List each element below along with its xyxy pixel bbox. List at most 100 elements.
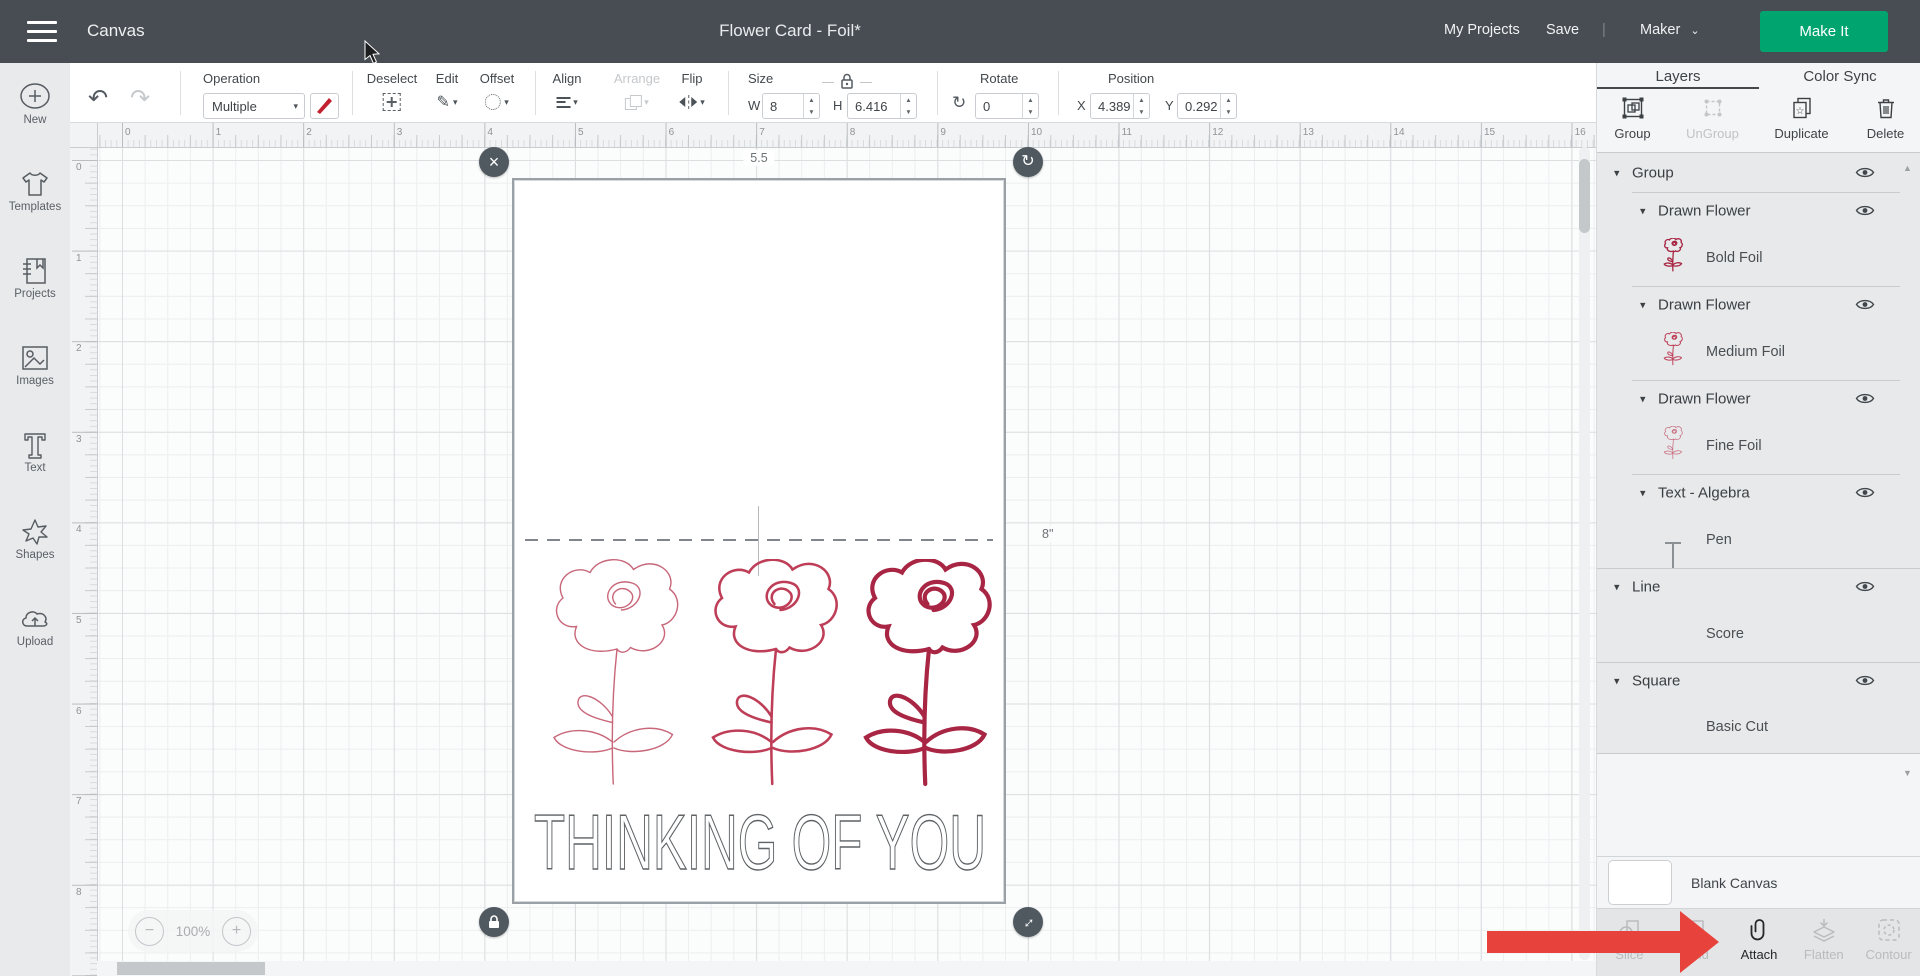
position-x-input[interactable]: 4.389 ▲▼ xyxy=(1090,93,1150,119)
layer-drawn-flower-3-header[interactable]: ▾ Drawn Flower xyxy=(1597,380,1920,418)
blank-canvas-thumbnail[interactable] xyxy=(1608,860,1672,905)
canvas-menu-label[interactable]: Canvas xyxy=(87,21,145,41)
stepper-up-icon[interactable]: ▲ xyxy=(1134,94,1149,106)
operation-dropdown[interactable]: Multiple ▾ xyxy=(203,93,305,119)
scroll-up-icon[interactable]: ▲ xyxy=(1903,163,1912,173)
position-x-stepper[interactable]: ▲▼ xyxy=(1133,94,1149,118)
upload-cloud-icon xyxy=(18,604,52,634)
layer-bold-foil[interactable]: Bold Foil xyxy=(1597,230,1920,286)
stepper-up-icon[interactable]: ▲ xyxy=(804,94,819,106)
design-canvas[interactable]: 012345678910111213141516 0123456789 THIN… xyxy=(70,122,1596,976)
width-stepper[interactable]: ▲▼ xyxy=(803,94,819,118)
attach-button[interactable]: Attach xyxy=(1727,909,1792,976)
layer-drawn-flower-2-header[interactable]: ▾ Drawn Flower xyxy=(1597,286,1920,324)
chevron-down-icon[interactable]: ▾ xyxy=(1640,299,1646,312)
eye-visibility-icon[interactable] xyxy=(1855,298,1875,312)
eye-visibility-icon[interactable] xyxy=(1855,486,1875,500)
fold-score-line[interactable] xyxy=(525,539,993,541)
foil-color-swatch[interactable] xyxy=(310,93,339,119)
card-artboard[interactable]: THINKING OF YOU xyxy=(514,180,1004,902)
tab-layers[interactable]: Layers xyxy=(1597,63,1759,89)
stepper-down-icon[interactable]: ▼ xyxy=(1221,106,1236,118)
stepper-up-icon[interactable]: ▲ xyxy=(1023,94,1038,106)
chevron-down-icon[interactable]: ▾ xyxy=(1640,487,1646,500)
drawn-flower-bold-foil[interactable] xyxy=(851,559,1001,799)
canvas-horizontal-scrollbar[interactable] xyxy=(97,961,1596,976)
delete-button[interactable]: Delete xyxy=(1845,94,1920,141)
stepper-up-icon[interactable]: ▲ xyxy=(1221,94,1236,106)
chevron-down-icon[interactable]: ▾ xyxy=(1614,581,1620,594)
stepper-up-icon[interactable]: ▲ xyxy=(901,94,916,106)
chevron-down-icon[interactable]: ▾ xyxy=(1614,166,1620,179)
chevron-down-icon[interactable]: ▾ xyxy=(1614,675,1620,688)
sidebar-item-shapes[interactable]: Shapes xyxy=(0,513,70,593)
height-stepper[interactable]: ▲▼ xyxy=(900,94,916,118)
eye-visibility-icon[interactable] xyxy=(1855,580,1875,594)
my-projects-link[interactable]: My Projects xyxy=(1444,22,1520,38)
vertical-scrollbar-thumb[interactable] xyxy=(1579,159,1590,233)
blank-canvas-row[interactable]: Blank Canvas xyxy=(1597,857,1920,908)
group-button[interactable]: Group xyxy=(1592,94,1673,141)
layer-group-header[interactable]: ▾ Group xyxy=(1597,153,1920,192)
canvas-vertical-scrollbar[interactable] xyxy=(1579,147,1590,960)
sidebar-item-text[interactable]: Text xyxy=(0,426,70,506)
rotate-selection-handle[interactable]: ↻ xyxy=(1013,147,1043,177)
layer-score[interactable]: Score xyxy=(1597,606,1920,662)
tab-color-sync[interactable]: Color Sync xyxy=(1759,63,1920,89)
duplicate-button[interactable]: ☆ Duplicate xyxy=(1761,94,1842,141)
rotate-input[interactable]: 0 ▲▼ xyxy=(975,93,1039,119)
edit-button[interactable]: Edit ✎▾ xyxy=(436,71,458,112)
zoom-in-button[interactable]: + xyxy=(222,917,251,946)
width-input[interactable]: 8 ▲▼ xyxy=(762,93,820,119)
eye-visibility-icon[interactable] xyxy=(1855,392,1875,406)
scroll-down-icon[interactable]: ▼ xyxy=(1903,768,1912,778)
stepper-down-icon[interactable]: ▼ xyxy=(1023,106,1038,118)
sidebar-item-images[interactable]: Images xyxy=(0,339,70,419)
layer-basic-cut[interactable]: Basic Cut xyxy=(1597,700,1920,753)
undo-icon[interactable]: ↶ xyxy=(88,87,108,111)
stepper-down-icon[interactable]: ▼ xyxy=(1134,106,1149,118)
layer-fine-foil[interactable]: Fine Foil xyxy=(1597,418,1920,474)
delete-selection-handle[interactable]: × xyxy=(479,147,509,177)
position-y-stepper[interactable]: ▲▼ xyxy=(1220,94,1236,118)
thinking-of-you-text[interactable]: THINKING OF YOU xyxy=(525,803,995,893)
redo-icon[interactable]: ↷ xyxy=(130,87,150,111)
sidebar-item-new[interactable]: New xyxy=(0,78,70,158)
layer-square-header[interactable]: ▾ Square xyxy=(1597,662,1920,700)
align-button[interactable]: Align ▾ xyxy=(553,71,582,112)
save-link[interactable]: Save xyxy=(1546,22,1579,38)
resize-selection-handle[interactable]: ↔ xyxy=(1013,907,1043,937)
eye-visibility-icon[interactable] xyxy=(1855,674,1875,688)
height-input[interactable]: 6.416 ▲▼ xyxy=(847,93,917,119)
rotate-stepper[interactable]: ▲▼ xyxy=(1022,94,1038,118)
flip-button[interactable]: Flip ▾ xyxy=(679,71,705,112)
chevron-down-icon[interactable]: ▾ xyxy=(1640,393,1646,406)
stepper-down-icon[interactable]: ▼ xyxy=(804,106,819,118)
layer-text-algebra-header[interactable]: ▾ Text - Algebra xyxy=(1597,474,1920,512)
eye-visibility-icon[interactable] xyxy=(1855,204,1875,218)
zoom-out-button[interactable]: − xyxy=(135,917,164,946)
position-y-input[interactable]: 0.292 ▲▼ xyxy=(1177,93,1237,119)
layer-line-header[interactable]: ▾ Line xyxy=(1597,568,1920,606)
hamburger-menu-icon[interactable] xyxy=(27,21,57,42)
drawn-flower-medium-foil[interactable] xyxy=(698,559,848,799)
stepper-down-icon[interactable]: ▼ xyxy=(901,106,916,118)
sidebar-item-upload[interactable]: Upload xyxy=(0,600,70,680)
layer-pen[interactable]: Pen xyxy=(1597,512,1920,568)
chevron-down-icon[interactable]: ▾ xyxy=(1640,205,1646,218)
deselect-button[interactable]: Deselect xyxy=(367,71,418,112)
layer-drawn-flower-1-header[interactable]: ▾ Drawn Flower xyxy=(1597,192,1920,230)
sidebar-item-templates[interactable]: Templates xyxy=(0,165,70,245)
size-lock-icon[interactable] xyxy=(838,71,856,91)
layer-medium-foil[interactable]: Medium Foil xyxy=(1597,324,1920,380)
sidebar-item-projects[interactable]: Projects xyxy=(0,252,70,332)
drawn-flower-fine-foil[interactable] xyxy=(539,559,689,799)
eye-visibility-icon[interactable] xyxy=(1855,166,1875,180)
make-it-button[interactable]: Make It xyxy=(1760,11,1888,52)
horizontal-scrollbar-thumb[interactable] xyxy=(117,962,265,975)
y-field-label: Y xyxy=(1165,98,1174,113)
lock-aspect-handle[interactable] xyxy=(479,907,509,937)
machine-selector[interactable]: Maker ⌄ xyxy=(1640,22,1700,38)
offset-button[interactable]: Offset ▾ xyxy=(480,71,514,112)
deselect-label: Deselect xyxy=(367,71,418,86)
